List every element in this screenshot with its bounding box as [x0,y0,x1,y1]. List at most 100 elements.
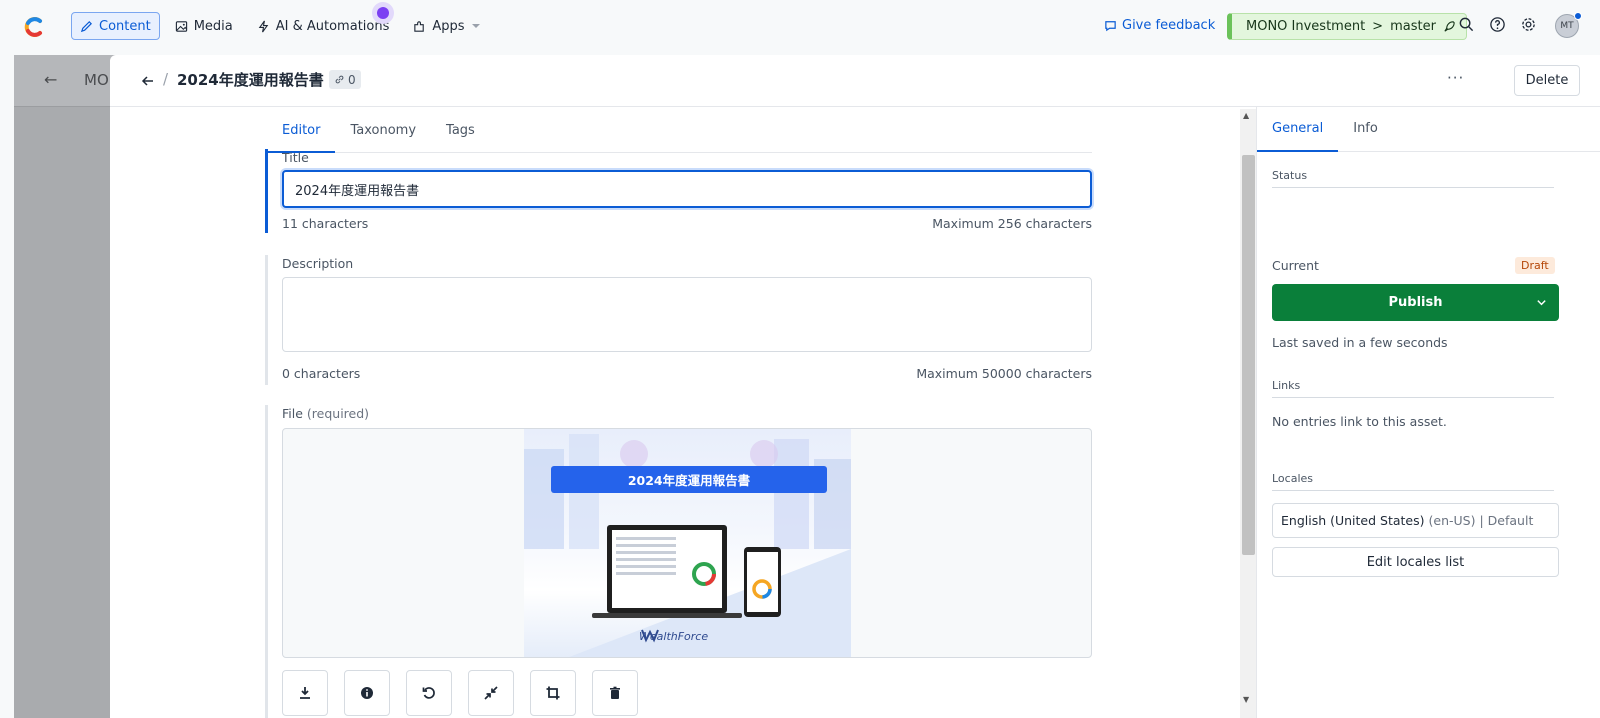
publish-label: Publish [1388,295,1443,310]
download-button[interactable] [282,670,328,716]
title-input[interactable]: 2024年度運用報告書 [282,170,1092,208]
link-icon [335,75,344,84]
locale-name: English (United States) [1281,513,1425,528]
branch-name: master [1390,19,1436,34]
thumbnail-banner: 2024年度運用報告書 [551,466,827,493]
resize-button[interactable] [468,670,514,716]
tab-info[interactable]: Info [1338,107,1393,152]
file-action-buttons [282,670,638,716]
nav-apps[interactable]: Apps [404,12,489,40]
link-count-badge[interactable]: 0 [329,70,361,89]
backdrop-back-icon: ← [44,70,58,89]
backdrop-overlay [14,55,124,718]
file-field-indicator [265,405,268,718]
asset-editor-panel: / 2024年度運用報告書 0 ··· Delete Editor Taxono… [110,55,1600,718]
publish-button[interactable]: Publish [1272,284,1559,321]
title-char-max: Maximum 256 characters [932,216,1092,231]
image-icon [175,20,187,32]
puzzle-icon [414,20,425,32]
skyline-graphic [524,434,851,657]
arrow-left-icon [141,76,153,86]
locale-field: English (United States) (en-US) | Defaul… [1272,503,1559,538]
env-separator: > [1372,19,1384,34]
description-textarea[interactable] [282,277,1092,352]
entity-sidebar: General Info Status Current Draft Publis… [1256,107,1600,718]
breadcrumb-separator: / [163,70,169,88]
more-actions-button[interactable]: ··· [1447,69,1464,87]
trash-icon [610,686,620,699]
back-button[interactable] [138,71,158,91]
chevron-down-icon[interactable] [1536,297,1547,308]
locale-default: | Default [1479,513,1534,528]
description-label: Description [282,256,354,271]
rocket-icon [1444,21,1455,32]
file-preview[interactable]: 2024年度運用報告書 WealthForce [282,428,1092,658]
lightning-icon [258,20,269,32]
nav-ai-label: AI & Automations [275,18,390,34]
pen-icon [80,20,92,32]
delete-button[interactable]: Delete [1514,65,1580,96]
nav-media-label: Media [193,18,233,34]
download-icon [300,687,310,699]
asset-title: 2024年度運用報告書 [177,71,324,89]
nav-media[interactable]: Media [166,12,242,40]
asset-thumbnail: 2024年度運用報告書 WealthForce [524,429,851,657]
scroll-up-arrow-icon[interactable]: ▲ [1243,111,1249,120]
search-icon[interactable] [1458,16,1475,33]
compress-icon [484,686,498,700]
ai-assistant-indicator-icon[interactable] [372,2,394,24]
space-name: MONO Investment [1246,19,1366,34]
current-status-label: Current [1272,258,1319,273]
delete-file-button[interactable] [592,670,638,716]
thumbnail-brand: WealthForce [639,630,709,643]
links-empty-text: No entries link to this asset. [1272,414,1447,429]
replace-button[interactable] [406,670,452,716]
top-bar: Content Media AI & Automations Apps Give… [0,0,1600,52]
links-heading: Links [1272,379,1554,398]
crop-button[interactable] [530,670,576,716]
crop-icon [546,686,560,700]
give-feedback-label: Give feedback [1122,18,1216,33]
editor-scrollbar-thumb[interactable] [1242,155,1255,555]
undo-icon [422,687,435,699]
status-heading: Status [1272,169,1554,188]
locale-code: (en-US) [1428,513,1476,528]
tab-tags[interactable]: Tags [431,109,490,153]
top-icons [1458,16,1537,33]
tab-taxonomy[interactable]: Taxonomy [335,109,431,153]
contentful-logo-icon[interactable] [22,14,48,40]
nav-content-label: Content [99,18,151,34]
main-nav: Content Media AI & Automations Apps [71,12,490,40]
notification-dot [1574,12,1582,20]
sidebar-tabs: General Info [1257,107,1600,152]
help-icon[interactable] [1489,16,1506,33]
status-badge: Draft [1515,257,1555,274]
last-saved-text: Last saved in a few seconds [1272,335,1448,350]
editor-tabs: Editor Taxonomy Tags [267,109,1092,153]
backdrop-crumb: MOI [84,71,114,89]
description-field-indicator [265,255,268,385]
description-char-count: 0 characters [282,366,361,381]
file-label: File (required) [282,406,369,421]
edit-locales-button[interactable]: Edit locales list [1272,547,1559,577]
file-label-text: File [282,406,303,421]
give-feedback-link[interactable]: Give feedback [1104,18,1215,33]
scroll-down-arrow-icon[interactable]: ▼ [1243,695,1249,704]
tab-editor[interactable]: Editor [267,109,336,153]
nav-content[interactable]: Content [71,12,160,40]
locales-heading: Locales [1272,472,1554,491]
info-icon [361,687,373,699]
description-char-max: Maximum 50000 characters [916,366,1092,381]
file-required-text: (required) [306,406,370,421]
title-char-count: 11 characters [282,216,369,231]
tab-general[interactable]: General [1257,107,1339,152]
gear-icon[interactable] [1520,16,1537,33]
environment-switcher[interactable]: MONO Investment > master [1227,13,1467,40]
caret-down-icon [471,24,480,28]
title-label: Title [282,150,309,165]
feedback-icon [1105,21,1116,32]
title-field-indicator [265,149,268,233]
info-button[interactable] [344,670,390,716]
link-count: 0 [348,72,356,87]
nav-apps-label: Apps [432,18,465,34]
